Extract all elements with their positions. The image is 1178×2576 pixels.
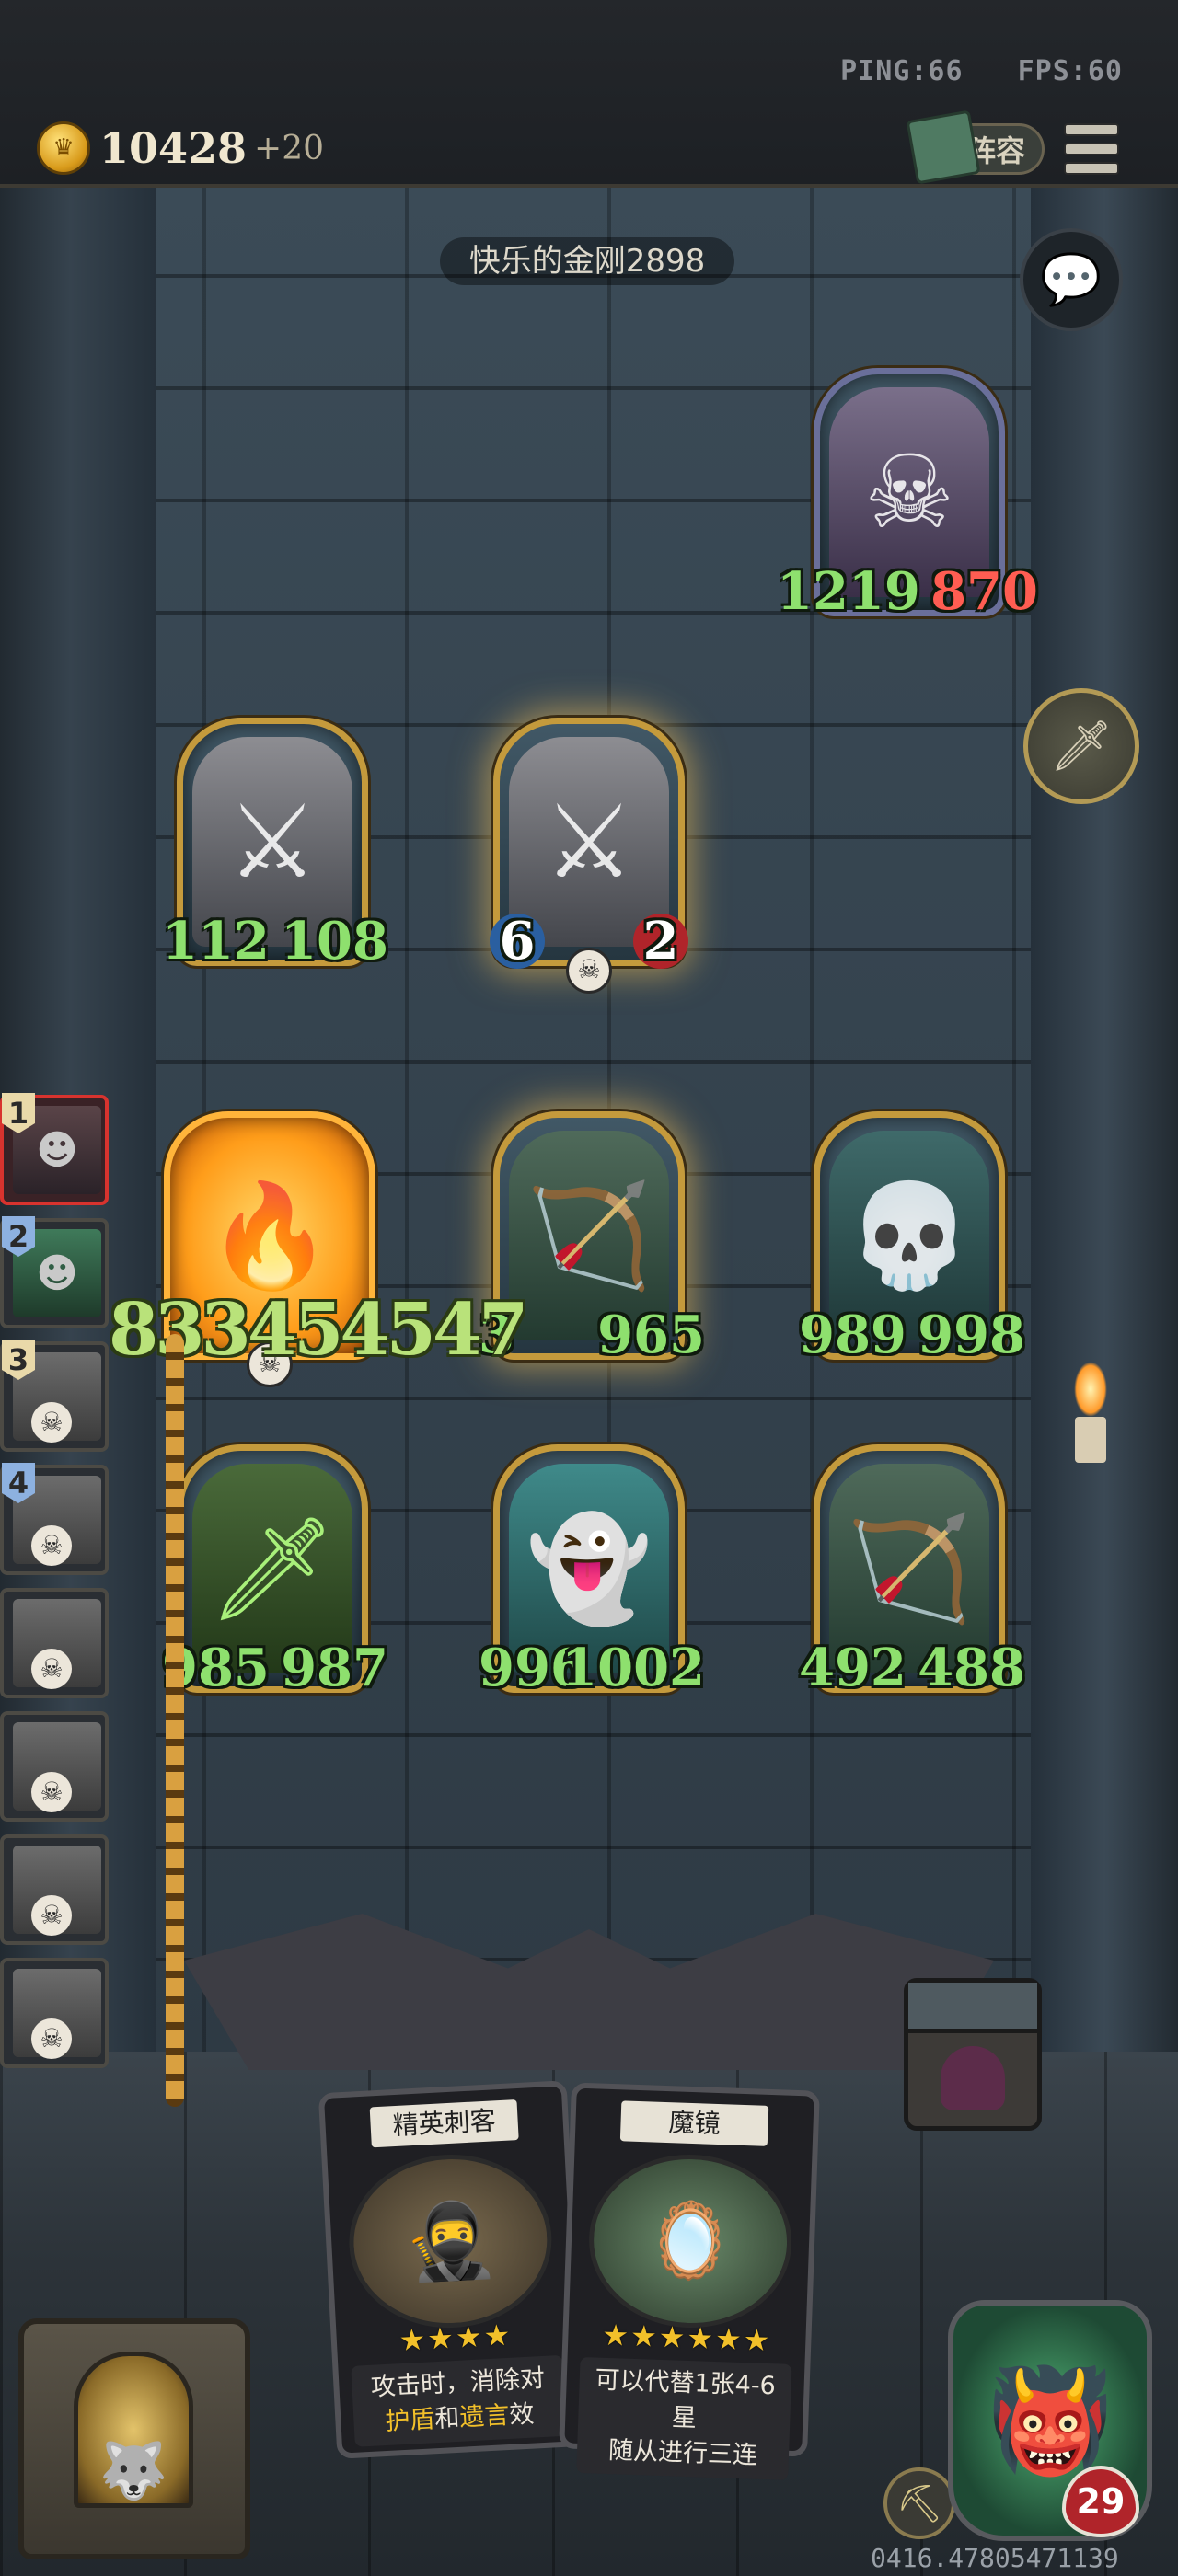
magic-mirror-art: 🪞 bbox=[585, 2151, 795, 2331]
gold-counter: ♛ 10428 +20 bbox=[37, 121, 324, 175]
unit-attack: 492 bbox=[799, 1638, 907, 1698]
card-name: 精英刺客 bbox=[369, 2099, 519, 2148]
hero-health: 870 bbox=[930, 561, 1038, 622]
opponent-hero[interactable]: ☠ 1219 870 bbox=[777, 368, 1038, 622]
card-desc-line: 随从进行三连 bbox=[607, 2436, 758, 2470]
rank-item[interactable]: ☠ bbox=[0, 1958, 109, 2068]
enemy-unit[interactable]: ⚔ 6 2 ☠ bbox=[490, 718, 688, 994]
unit-health: 965 bbox=[597, 1305, 705, 1365]
card-description: 攻击时，消除对 护盾和遗言效 bbox=[351, 2354, 567, 2447]
unit-health: 108 bbox=[281, 911, 388, 972]
skull-icon: ☠ bbox=[31, 1772, 72, 1812]
chain-decoration bbox=[166, 1334, 184, 2107]
network-stats: PING:66 FPS:60 bbox=[803, 55, 1123, 87]
card-desc-line: 可以代替1张4-6星 bbox=[595, 2365, 777, 2433]
dagger-icon: 🗡 bbox=[1049, 717, 1114, 775]
unit-health: 998 bbox=[918, 1305, 1025, 1365]
rank-item[interactable]: ☻ 2 bbox=[0, 1216, 109, 1328]
rank-item[interactable]: ☠ bbox=[0, 1588, 109, 1698]
werewolf-window-icon: 🐺 bbox=[74, 2352, 193, 2508]
hero-attack: 1219 bbox=[777, 561, 920, 622]
unit-health: 987 bbox=[281, 1638, 388, 1698]
card-stars: ★★★★ bbox=[398, 2317, 514, 2359]
torch-decoration bbox=[1068, 1362, 1114, 1463]
tavern-button[interactable]: 🐺 bbox=[18, 2318, 250, 2559]
unit-attack: 989 bbox=[799, 1305, 907, 1365]
crown-coin-icon: ♛ bbox=[37, 121, 90, 175]
flame-icon bbox=[1074, 1362, 1107, 1417]
player-unit[interactable]: 💀 989 998 bbox=[799, 1111, 1025, 1365]
menu-bar-icon bbox=[1064, 123, 1119, 136]
skull-icon: ☠ bbox=[31, 1402, 72, 1443]
menu-bar-icon bbox=[1064, 162, 1119, 175]
rank-item[interactable]: ☻ 1 bbox=[0, 1093, 109, 1205]
demon-hero-portrait: 👹 bbox=[987, 2361, 1114, 2479]
sell-button[interactable]: ⛏ bbox=[884, 2467, 955, 2539]
gold-bonus: +20 bbox=[254, 129, 325, 167]
card-description: 可以代替1张4-6星 随从进行三连 bbox=[576, 2356, 792, 2480]
rank-item[interactable]: ☠ bbox=[0, 1711, 109, 1822]
skull-icon: ☠ bbox=[31, 1525, 72, 1566]
skull-icon: ☠ bbox=[31, 1649, 72, 1689]
assassin-art: 🥷 bbox=[344, 2149, 557, 2333]
opponent-name: 快乐的金刚2898 bbox=[440, 237, 734, 285]
player-unit[interactable]: 🏹 492 488 bbox=[799, 1444, 1025, 1698]
ping-readout: PING:66 bbox=[840, 55, 964, 87]
unit-attack: 6 bbox=[490, 911, 545, 972]
top-hud: PING:66 FPS:60 ♛ 10428 +20 阵容 bbox=[0, 0, 1178, 188]
right-pillar bbox=[1031, 188, 1178, 2074]
skull-icon: ☠ bbox=[31, 1895, 72, 1936]
player-unit[interactable]: 👻 996 1002 bbox=[479, 1444, 705, 1698]
rank-item[interactable]: 4 ☠ bbox=[0, 1463, 109, 1575]
gold-amount: 10428 bbox=[99, 123, 248, 173]
lineup-button[interactable]: 阵容 bbox=[906, 109, 1045, 185]
fps-readout: FPS:60 bbox=[1017, 55, 1123, 87]
rank-item[interactable]: 3 ☠ bbox=[0, 1340, 109, 1452]
unit-health: 488 bbox=[918, 1638, 1025, 1698]
equipment-button[interactable]: 🗡 bbox=[1023, 688, 1139, 804]
treasure-chest[interactable] bbox=[904, 1978, 1042, 2131]
menu-button[interactable] bbox=[1064, 123, 1119, 175]
unit-health: 2 bbox=[633, 911, 688, 972]
hand-card[interactable]: 魔镜 🪞 ★★★★★★ 可以代替1张4-6星 随从进行三连 bbox=[559, 2082, 820, 2480]
card-stars: ★★★★★★ bbox=[601, 2317, 773, 2359]
unit-attack: 112 bbox=[162, 911, 270, 972]
game-seed: 0416.47805471139 bbox=[871, 2543, 1119, 2573]
chest-lid bbox=[908, 1983, 1037, 2033]
chest-creature bbox=[941, 2046, 1005, 2110]
player-ranking: ☻ 1 ☻ 2 3 ☠ 4 ☠ ☠ ☠ ☠ ☠ bbox=[0, 1093, 120, 2081]
unit-health: 1002 bbox=[561, 1638, 705, 1698]
menu-bar-icon bbox=[1064, 143, 1119, 155]
chat-bubble-icon: 💬 bbox=[1040, 250, 1103, 308]
bat-arch-decoration bbox=[184, 1914, 994, 2070]
player-unit[interactable]: 🗡 985 987 bbox=[162, 1444, 388, 1698]
candle bbox=[1075, 1417, 1106, 1463]
skull-icon: ☠ bbox=[31, 2018, 72, 2059]
shovel-icon: ⛏ bbox=[895, 2482, 943, 2525]
enemy-unit[interactable]: ⚔ 112 108 bbox=[162, 718, 388, 972]
book-icon bbox=[906, 109, 981, 185]
rank-item[interactable]: ☠ bbox=[0, 1834, 109, 1945]
chat-button[interactable]: 💬 bbox=[1020, 228, 1123, 331]
skull-icon: ☠ bbox=[566, 948, 612, 994]
hand-card[interactable]: 精英刺客 🥷 ★★★★ 攻击时，消除对 护盾和遗言效 bbox=[318, 2080, 586, 2459]
card-name: 魔镜 bbox=[619, 2100, 769, 2146]
